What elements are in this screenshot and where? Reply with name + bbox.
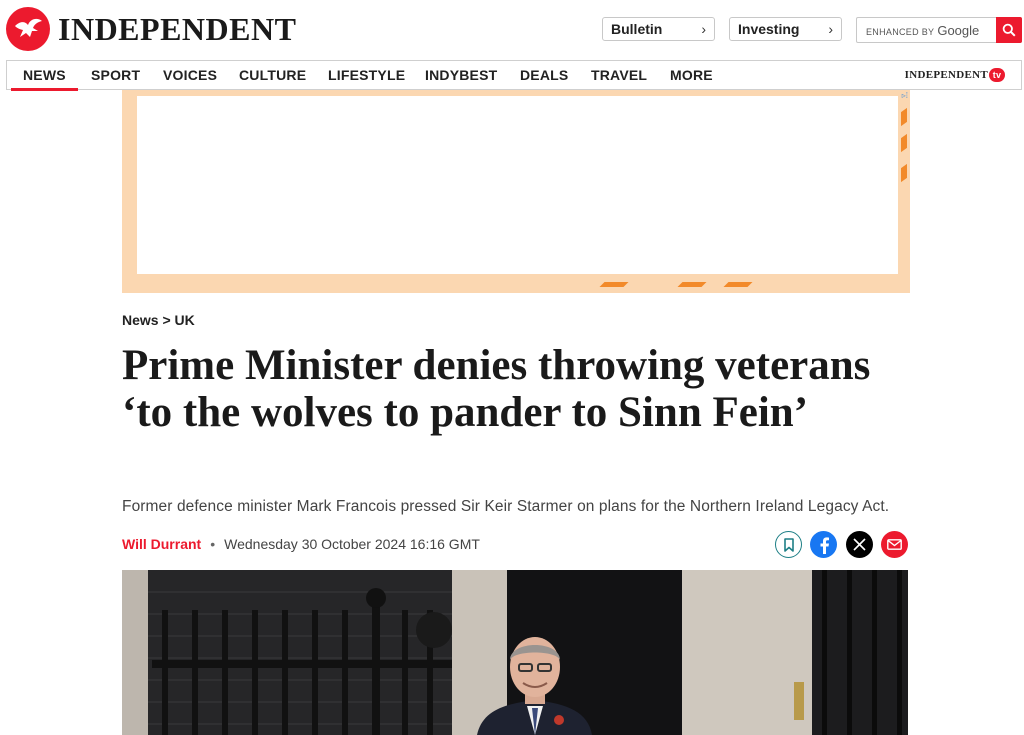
nav-item-travel[interactable]: TRAVEL [591, 67, 647, 83]
investing-label: Investing [738, 21, 800, 37]
ad-stripe [901, 163, 907, 183]
bookmark-button[interactable] [775, 531, 802, 558]
ad-stripe [599, 282, 629, 287]
bulletin-label: Bulletin [611, 21, 663, 37]
chevron-right-icon: › [828, 21, 833, 37]
nav-item-deals[interactable]: DEALS [520, 67, 568, 83]
email-share-button[interactable] [881, 531, 908, 558]
ad-choices-icon[interactable]: ▹⁞ [902, 91, 908, 100]
search-button[interactable] [996, 17, 1022, 43]
byline-separator: • [210, 536, 216, 552]
independent-tv-link[interactable]: INDEPENDENT tv [905, 68, 1005, 82]
nav-item-lifestyle[interactable]: LIFESTYLE [328, 67, 405, 83]
main-nav: NEWS SPORT VOICES CULTURE LIFESTYLE INDY… [6, 60, 1022, 91]
site-logo[interactable]: INDEPENDENT [6, 7, 296, 51]
article-standfirst: Former defence minister Mark Francois pr… [122, 498, 890, 515]
nav-item-voices[interactable]: VOICES [163, 67, 217, 83]
investing-button[interactable]: Investing › [729, 17, 842, 41]
ad-stripe [723, 282, 753, 287]
ad-stripe [901, 133, 907, 153]
x-icon [853, 538, 866, 551]
ad-stripe [677, 282, 707, 287]
x-share-button[interactable] [846, 531, 873, 558]
nav-item-sport[interactable]: SPORT [91, 67, 140, 83]
chevron-right-icon: › [701, 21, 706, 37]
facebook-share-button[interactable] [810, 531, 837, 558]
bookmark-icon [783, 537, 794, 552]
ad-content-area [137, 96, 898, 274]
nav-item-more[interactable]: MORE [670, 67, 713, 83]
nav-item-culture[interactable]: CULTURE [239, 67, 306, 83]
search-provider-label: Google [937, 22, 980, 38]
bulletin-button[interactable]: Bulletin › [602, 17, 715, 41]
search-icon [1002, 23, 1016, 37]
search-input[interactable]: ENHANCED BY Google [857, 23, 979, 38]
facebook-icon [820, 536, 829, 554]
site-header: INDEPENDENT Bulletin › Investing › ENHAN… [0, 0, 1024, 60]
nav-item-indybest[interactable]: INDYBEST [425, 67, 497, 83]
downing-street-photo [122, 570, 908, 735]
article-headline: Prime Minister denies throwing veterans … [122, 342, 871, 436]
tv-badge: tv [989, 68, 1005, 82]
independent-tv-wordmark: INDEPENDENT [904, 69, 988, 81]
byline: Will Durrant • Wednesday 30 October 2024… [122, 536, 480, 552]
logo-wordmark: INDEPENDENT [58, 10, 297, 47]
breadcrumb[interactable]: News > UK [122, 312, 195, 328]
email-icon [887, 539, 902, 550]
publish-date: Wednesday 30 October 2024 16:16 GMT [224, 536, 480, 552]
search-box[interactable]: ENHANCED BY Google [856, 17, 1022, 43]
search-enhanced-label: ENHANCED BY [866, 26, 935, 37]
nav-item-news[interactable]: NEWS [11, 67, 78, 91]
advertisement[interactable]: ▹⁞ [122, 90, 910, 293]
author-link[interactable]: Will Durrant [122, 536, 201, 552]
eagle-icon [6, 7, 50, 51]
ad-stripe [901, 107, 907, 127]
article-lead-image[interactable] [122, 570, 908, 735]
